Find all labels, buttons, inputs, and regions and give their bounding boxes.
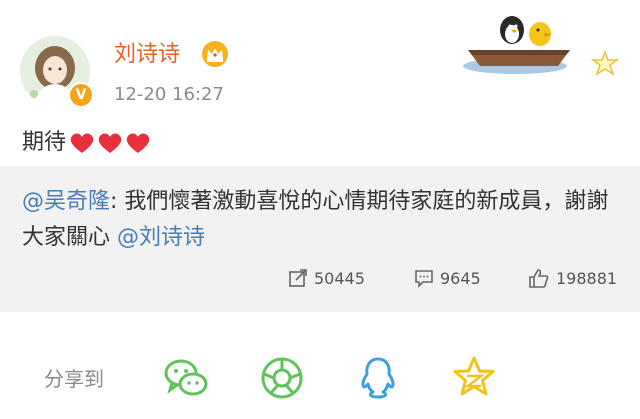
repost-author-mention[interactable]: @吴奇隆 <box>22 189 110 214</box>
thumbs-up-icon <box>529 269 549 288</box>
repost-tail-mention[interactable]: @刘诗诗 <box>117 225 205 250</box>
heart-icon <box>70 133 94 153</box>
comment-icon <box>415 270 433 288</box>
crown-icon <box>202 41 228 67</box>
verified-badge-icon: V <box>68 82 94 108</box>
heart-icon <box>98 133 122 153</box>
repost-content: @吴奇隆: 我們懷著激動喜悅的心情期待家庭的新成員，謝謝大家關心 @刘诗诗 <box>22 184 618 256</box>
post-text: 期待 <box>22 130 67 155</box>
post-content: 期待 <box>22 128 153 158</box>
qq-icon[interactable] <box>354 354 402 402</box>
share-arrow-icon <box>289 269 307 287</box>
share-label: 分享到 <box>44 367 104 391</box>
hearts <box>69 131 153 155</box>
comment-count: 9645 <box>440 268 481 288</box>
username[interactable]: 刘诗诗 <box>114 41 180 69</box>
wechat-moments-icon[interactable] <box>258 354 306 402</box>
qzone-icon[interactable] <box>450 354 498 402</box>
wechat-icon[interactable] <box>162 354 210 402</box>
repost-count-button[interactable]: 50445 <box>288 264 365 292</box>
heart-icon <box>126 133 150 153</box>
card-decoration <box>463 16 620 76</box>
like-count: 198881 <box>556 268 618 288</box>
post-timestamp: 12-20 16:27 <box>114 84 224 105</box>
repost-count: 50445 <box>314 268 365 288</box>
repost-body: : 我們懷著激動喜悅的心情期待家庭的新成員，謝謝大家關心 <box>22 189 609 250</box>
like-count-button[interactable]: 198881 <box>528 264 617 292</box>
comment-count-button[interactable]: 9645 <box>414 264 481 292</box>
